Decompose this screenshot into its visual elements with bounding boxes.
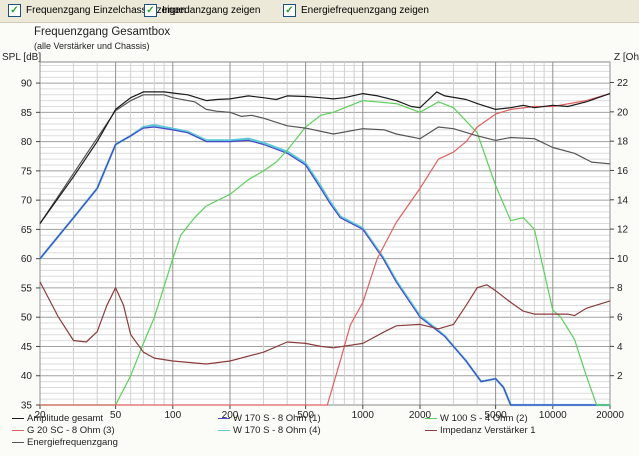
legend-item: Amplitude gesamt: [12, 413, 103, 424]
y2-tick-label: 10: [617, 254, 629, 265]
legend-item: W 170 S - 8 Ohm (1): [218, 413, 321, 424]
y2-tick-label: 18: [617, 137, 629, 148]
legend-label: Amplitude gesamt: [27, 413, 104, 424]
legend-item: Energiefrequenzgang: [12, 437, 118, 448]
y-tick-label: 70: [21, 196, 33, 207]
y2-tick-label: 6: [617, 313, 623, 324]
legend-item: G 20 SC - 8 Ohm (3): [12, 425, 115, 436]
x-tick-label: 10000: [539, 410, 567, 421]
legend-swatch: [425, 430, 437, 431]
y-tick-label: 60: [21, 254, 33, 265]
frequency-response-chart: 90 85 80 75 70 65 60 55 50 45 40 35 22 20 18 16 14 12 10 8 6…: [21, 61, 629, 421]
y2-tick-label: 4: [617, 342, 623, 353]
legend-swatch: [218, 430, 230, 431]
legend-swatch: [12, 442, 24, 443]
y2-tick-label: 12: [617, 225, 629, 236]
legend-swatch: [425, 418, 437, 419]
legend-label: W 170 S - 8 Ohm (1): [233, 413, 321, 424]
y2-tick-label: 14: [617, 195, 629, 206]
y-tick-label: 90: [21, 79, 33, 90]
y-tick-label: 40: [21, 371, 33, 382]
y2-tick-label: 20: [617, 107, 629, 118]
x-tick-label: 100: [164, 410, 181, 421]
y-tick-label: 35: [21, 401, 33, 412]
y-tick-label: 65: [21, 225, 33, 236]
legend-item: Impedanz Verstärker 1: [425, 425, 536, 436]
y2-tick-label: 22: [617, 78, 629, 89]
legend-swatch: [12, 430, 24, 431]
legend-label: W 170 S - 8 Ohm (4): [233, 425, 321, 436]
legend-label: G 20 SC - 8 Ohm (3): [27, 425, 115, 436]
y2-tick-label: 2: [617, 371, 623, 382]
legend-label: Impedanz Verstärker 1: [440, 425, 536, 436]
y2-tick-label: 8: [617, 283, 623, 294]
x-tick-label: 50: [110, 410, 122, 421]
plot-area: [39, 61, 611, 406]
legend-item: W 170 S - 8 Ohm (4): [218, 425, 321, 436]
legend-swatch: [12, 418, 24, 419]
y2-tick-label: 16: [617, 166, 629, 177]
legend-swatch: [218, 418, 230, 419]
y-tick-label: 75: [21, 166, 33, 177]
x-tick-label: 20000: [596, 410, 624, 421]
legend-label: Energiefrequenzgang: [27, 437, 118, 448]
y-tick-label: 50: [21, 313, 33, 324]
legend-label: W 100 S - 4 Ohm (2): [440, 413, 528, 424]
x-tick-label: 1000: [352, 410, 375, 421]
legend-item: W 100 S - 4 Ohm (2): [425, 413, 528, 424]
y-tick-label: 80: [21, 137, 33, 148]
y-tick-label: 55: [21, 283, 33, 294]
y-tick-label: 85: [21, 108, 33, 119]
y-tick-label: 45: [21, 342, 33, 353]
